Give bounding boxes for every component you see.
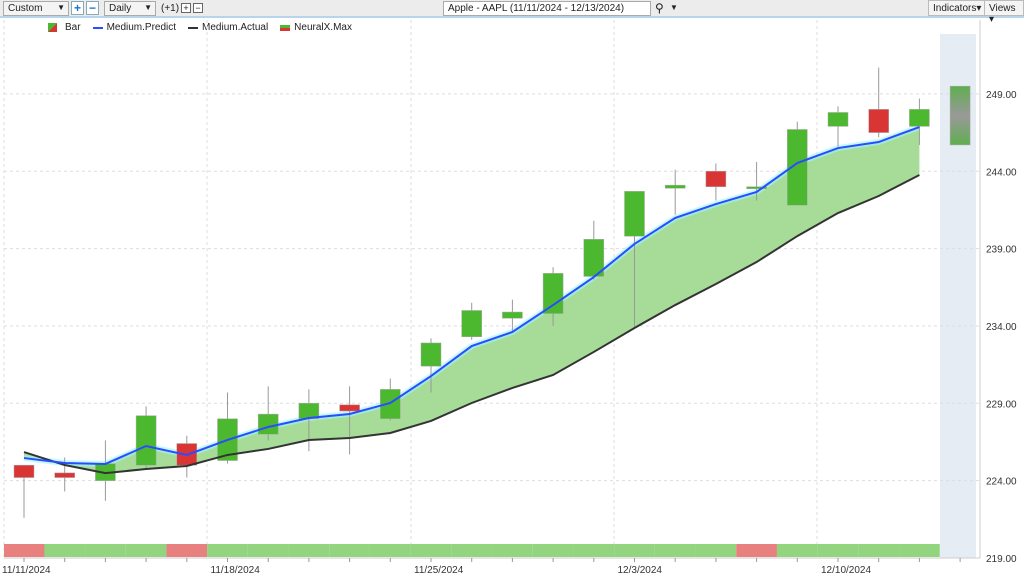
forecast-bar: [949, 85, 971, 146]
neural-segment: [44, 544, 86, 557]
neural-segment: [817, 544, 859, 557]
x-tick-label: 12/3/2024: [618, 565, 663, 576]
predict-actual-fill: [24, 127, 920, 474]
candle-body: [420, 342, 442, 367]
x-tick-label: 11/25/2024: [414, 565, 464, 576]
candle-body: [257, 413, 279, 435]
search-icon[interactable]: ⚲: [655, 1, 664, 15]
views-label: Views: [989, 3, 1016, 14]
candle-body: [54, 472, 75, 478]
y-tick-label: 219.00: [986, 554, 1017, 565]
candle: [176, 435, 198, 478]
candle-body: [339, 404, 360, 412]
zoom-in-button[interactable]: +: [71, 1, 84, 15]
neural-segment: [736, 544, 777, 557]
candle-body: [502, 311, 523, 319]
candle: [461, 302, 482, 340]
price-chart[interactable]: 219.00 224.00 229.00 234.00 239.00 244.00 249.…: [0, 20, 1024, 582]
symbol-input[interactable]: Apple - AAPL (11/11/2024 - 12/13/2024): [443, 1, 651, 16]
candle: [257, 386, 279, 441]
candle: [705, 163, 727, 201]
symbol-value: Apple - AAPL (11/11/2024 - 12/13/2024): [448, 3, 625, 14]
candle-body: [13, 464, 35, 478]
offset-plus-button[interactable]: +: [181, 3, 191, 13]
candle-body: [135, 415, 157, 466]
period-select[interactable]: Custom ▼: [3, 1, 69, 16]
candle-body: [624, 191, 645, 237]
toolbar: Custom ▼ + − Daily ▼ (+1) + − Apple - AAPL…: [0, 0, 1024, 25]
y-tick-label: 229.00: [986, 399, 1017, 410]
candle-body: [827, 112, 849, 127]
indicators-button[interactable]: Indicators▾: [928, 0, 987, 16]
zoom-out-button[interactable]: −: [86, 1, 99, 15]
interval-value: Daily: [109, 3, 132, 14]
candle-body: [868, 109, 889, 133]
neural-segment: [4, 544, 45, 557]
x-tick-label: 12/10/2024: [821, 565, 871, 576]
neural-segment: [695, 544, 737, 557]
neural-segment: [288, 544, 330, 557]
neural-segment: [573, 544, 615, 557]
views-button[interactable]: Views ▾: [984, 0, 1024, 25]
y-tick-label: 244.00: [986, 167, 1017, 178]
candle-body: [909, 109, 930, 127]
neural-segment: [532, 544, 574, 557]
y-tick-label: 249.00: [986, 90, 1017, 101]
indicators-label: Indicators: [933, 3, 977, 14]
neural-segment: [654, 544, 696, 557]
candle-body: [461, 310, 482, 338]
neural-segment: [614, 544, 655, 557]
neural-segment: [85, 544, 126, 557]
neural-segment: [492, 544, 533, 557]
candle-body: [705, 171, 727, 187]
chevron-down-icon: ▼: [57, 3, 65, 12]
y-tick-label: 224.00: [986, 477, 1017, 488]
y-tick-label: 234.00: [986, 322, 1017, 333]
neural-segment: [410, 544, 452, 557]
candle: [135, 406, 157, 469]
x-tick-label: 11/11/2024: [2, 565, 51, 576]
neural-segment: [329, 544, 370, 557]
y-tick-label: 239.00: [986, 245, 1017, 256]
candle-body: [542, 273, 564, 314]
offset-label: (+1): [161, 3, 180, 14]
neural-segment: [247, 544, 289, 557]
x-tick-label: 11/18/2024: [211, 565, 261, 576]
neural-segment: [858, 544, 900, 557]
interval-select[interactable]: Daily ▼: [104, 1, 156, 16]
neural-segment: [451, 544, 493, 557]
chevron-down-icon[interactable]: ▼: [670, 3, 678, 12]
neural-segment: [125, 544, 167, 557]
offset-minus-button[interactable]: −: [193, 3, 203, 13]
neural-segment: [166, 544, 208, 557]
neural-segment: [776, 544, 818, 557]
candle: [95, 440, 116, 501]
chevron-down-icon: ▼: [144, 3, 152, 12]
candle: [827, 106, 849, 147]
candle: [664, 169, 686, 215]
neural-segment: [207, 544, 248, 557]
neural-segment: [369, 544, 411, 557]
candle: [868, 67, 889, 138]
candle-body: [664, 184, 686, 189]
candle: [13, 464, 35, 518]
neural-segment: [899, 544, 940, 557]
period-value: Custom: [8, 3, 43, 14]
